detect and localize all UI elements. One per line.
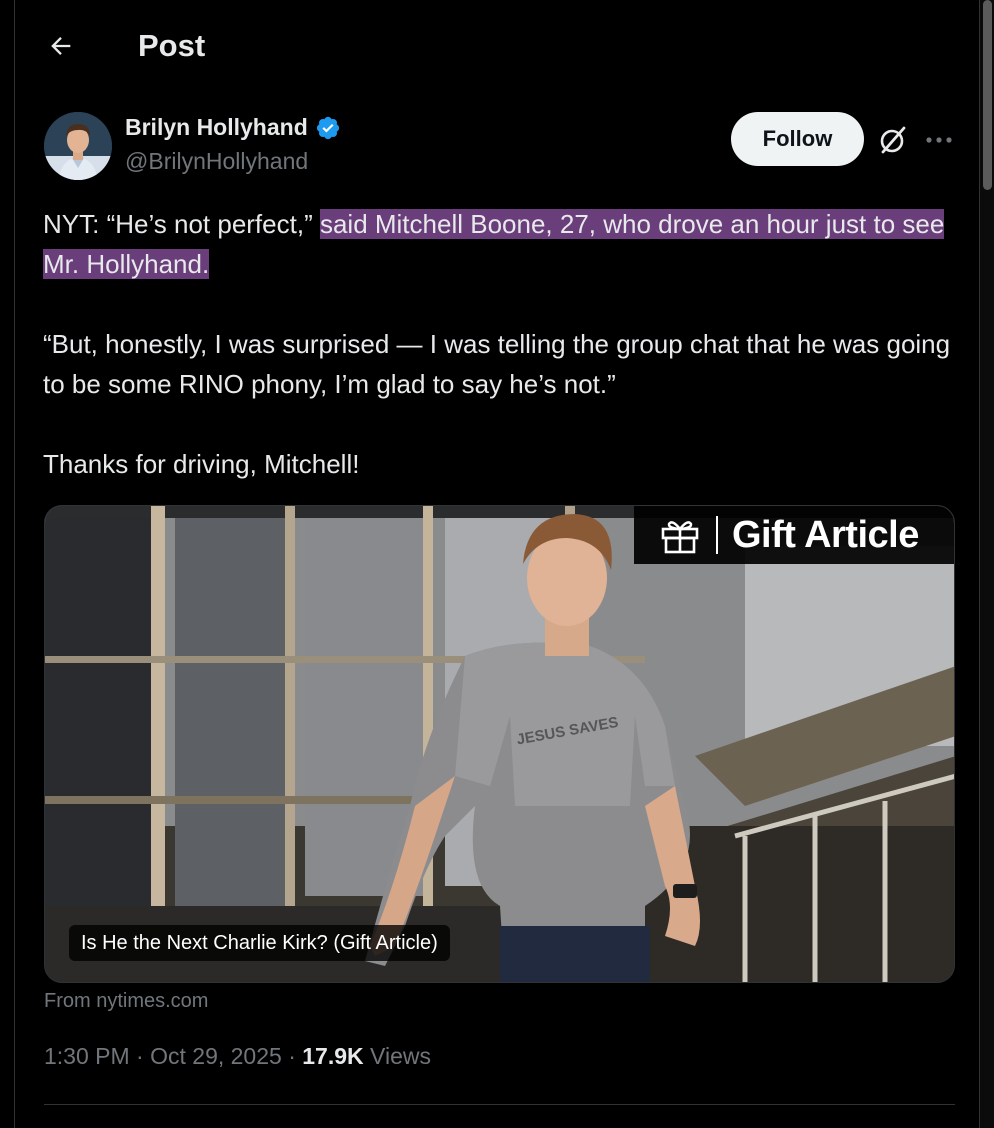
follow-button[interactable]: Follow [731, 112, 864, 166]
tweet-quote-intro: NYT: “He’s not perfect,” [43, 209, 320, 239]
post-column: Post Brilyn Hollyhand @BrilynHollyhand F… [14, 0, 980, 1128]
arrow-left-icon [51, 37, 71, 55]
scrollbar[interactable] [980, 0, 994, 1128]
gift-article-banner: Gift Article [634, 506, 954, 564]
post-time[interactable]: 1:30 PM [44, 1043, 130, 1069]
author-handle[interactable]: @BrilynHollyhand [125, 148, 308, 175]
divider [44, 1104, 955, 1105]
tweet-body: NYT: “He’s not perfect,” said Mitchell B… [43, 204, 953, 484]
gift-icon [661, 521, 699, 554]
gift-article-label: Gift Article [732, 513, 919, 556]
verified-badge-icon[interactable] [315, 115, 341, 141]
article-photo: JESUS SAVES [45, 506, 954, 982]
back-button[interactable] [43, 28, 79, 64]
views-label: Views [363, 1043, 431, 1069]
more-horizontal-icon [926, 137, 952, 143]
avatar[interactable] [44, 112, 112, 180]
views-count: 17.9K [302, 1043, 364, 1069]
tweet-paragraph-3: Thanks for driving, Mitchell! [43, 449, 360, 479]
tweet-paragraph-1: NYT: “He’s not perfect,” said Mitchell B… [43, 204, 953, 284]
author-name[interactable]: Brilyn Hollyhand [125, 114, 308, 141]
post-meta: 1:30 PM · Oct 29, 2025 · 17.9K Views [44, 1043, 431, 1069]
card-source[interactable]: From nytimes.com [44, 990, 208, 1013]
scrollbar-thumb[interactable] [983, 0, 992, 190]
more-options-button[interactable] [923, 124, 955, 156]
grok-icon [880, 126, 906, 154]
card-title[interactable]: Is He the Next Charlie Kirk? (Gift Artic… [69, 925, 450, 961]
link-card[interactable]: JESUS SAVES Gift Article Is He the Next … [44, 505, 955, 983]
post-date[interactable]: Oct 29, 2025 [150, 1043, 282, 1069]
page-header: Post [15, 0, 979, 95]
grok-button[interactable] [877, 124, 909, 156]
page-title: Post [138, 28, 206, 63]
tweet-paragraph-2: “But, honestly, I was surprised — I was … [43, 329, 951, 399]
author-name-row: Brilyn Hollyhand [125, 114, 341, 141]
avatar-image [44, 112, 112, 180]
